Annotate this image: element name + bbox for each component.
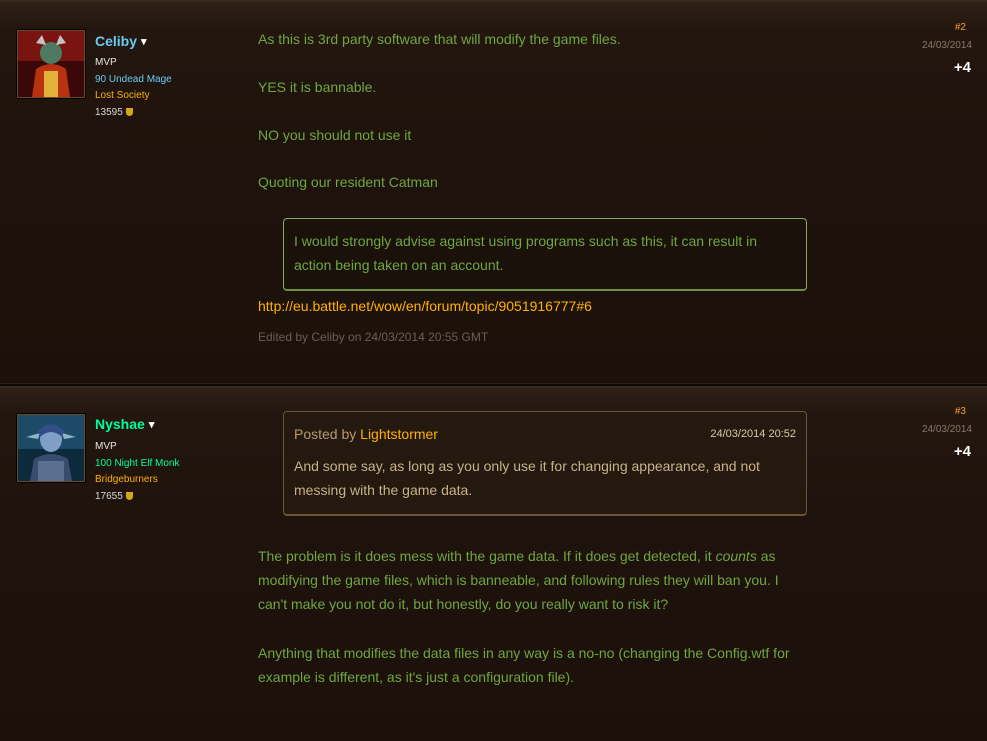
user-class[interactable]: 100 Night Elf Monk bbox=[95, 456, 180, 473]
quote-author-link[interactable]: Lightstormer bbox=[360, 426, 438, 442]
username-link[interactable]: Nyshae ▾ bbox=[95, 416, 154, 432]
blockquote: I would strongly advise against using pr… bbox=[283, 218, 807, 291]
quoted-post: Posted by Lightstormer 24/03/2014 20:52 … bbox=[283, 411, 807, 516]
post-score: +4 bbox=[953, 59, 971, 76]
avatar-image bbox=[18, 415, 84, 481]
points-value: 13595 bbox=[95, 106, 123, 118]
quote-text: And some say, as long as you only use it… bbox=[294, 458, 760, 498]
username-link[interactable]: Celiby ▾ bbox=[95, 33, 147, 49]
posted-by-label: Posted by bbox=[294, 426, 357, 442]
chevron-down-icon[interactable]: ▾ bbox=[141, 35, 147, 48]
quote-date: 24/03/2014 20:52 bbox=[710, 428, 796, 440]
post-paragraph: YES it is bannable. bbox=[258, 79, 377, 95]
user-points: 17655 bbox=[95, 489, 180, 506]
forum-post-2: Celiby ▾ MVP 90 Undead Mage Lost Society … bbox=[0, 0, 987, 386]
quote-header: Posted by Lightstormer 24/03/2014 20:52 bbox=[294, 422, 796, 446]
avatar-nyshae[interactable] bbox=[17, 414, 85, 482]
user-guild[interactable]: Lost Society bbox=[95, 88, 172, 105]
emphasis-text: counts bbox=[715, 548, 757, 564]
user-rank: MVP bbox=[95, 441, 117, 452]
post-score: +4 bbox=[953, 443, 971, 460]
edited-note: Edited by Celiby on 24/03/2014 20:55 GMT bbox=[258, 330, 489, 344]
username[interactable]: Nyshae bbox=[95, 416, 145, 432]
user-meta: MVP 90 Undead Mage Lost Society 13595 bbox=[95, 55, 172, 121]
topic-link[interactable]: http://eu.battle.net/wow/en/forum/topic/… bbox=[258, 298, 592, 314]
post-number[interactable]: #2 bbox=[955, 22, 966, 33]
chevron-down-icon[interactable]: ▾ bbox=[149, 418, 155, 431]
post-paragraph: Quoting our resident Catman bbox=[258, 174, 438, 190]
avatar-celiby[interactable] bbox=[17, 30, 85, 98]
user-meta: MVP 100 Night Elf Monk Bridgeburners 176… bbox=[95, 439, 180, 505]
paragraph-text: The problem is it does mess with the gam… bbox=[258, 548, 716, 564]
avatar-image bbox=[18, 31, 84, 97]
points-value: 17655 bbox=[95, 490, 123, 502]
user-rank: MVP bbox=[95, 57, 117, 68]
user-points: 13595 bbox=[95, 105, 172, 122]
user-guild[interactable]: Bridgeburners bbox=[95, 472, 180, 489]
post-paragraph: NO you should not use it bbox=[258, 127, 412, 143]
post-date: 24/03/2014 bbox=[921, 424, 972, 435]
username[interactable]: Celiby bbox=[95, 33, 137, 49]
post-paragraph: Anything that modifies the data files in… bbox=[258, 645, 790, 685]
user-class[interactable]: 90 Undead Mage bbox=[95, 72, 172, 89]
achievement-shield-icon bbox=[125, 107, 133, 116]
forum-post-3: Nyshae ▾ MVP 100 Night Elf Monk Bridgebur… bbox=[0, 386, 987, 741]
post-paragraph: As this is 3rd party software that will … bbox=[258, 31, 621, 47]
post-number[interactable]: #3 bbox=[955, 406, 966, 417]
post-date: 24/03/2014 bbox=[921, 40, 972, 51]
post-paragraph: The problem is it does mess with the gam… bbox=[258, 544, 788, 616]
achievement-shield-icon bbox=[125, 491, 133, 500]
